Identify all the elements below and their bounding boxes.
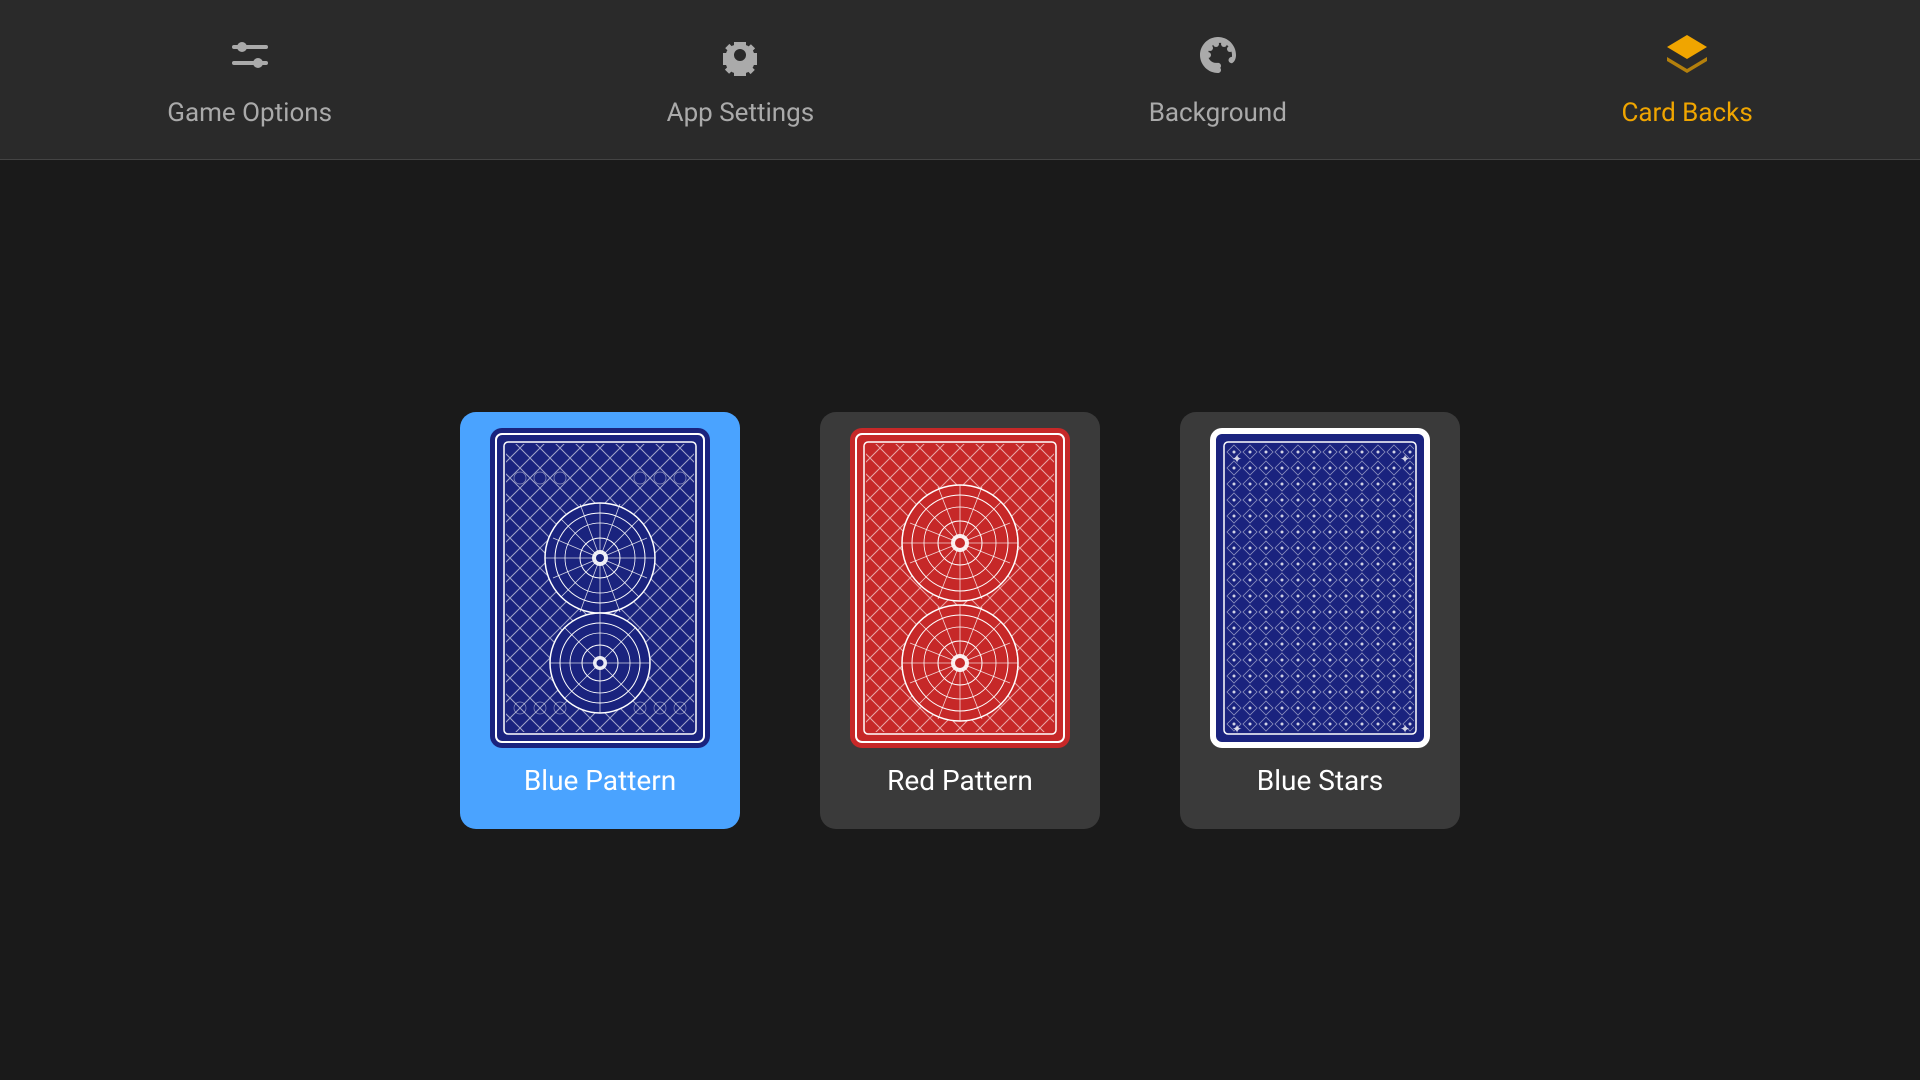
card-label-blue-stars: Blue Stars (1257, 764, 1383, 813)
nav-label-app-settings: App Settings (667, 98, 815, 128)
svg-text:✦: ✦ (1232, 722, 1242, 736)
card-container-blue-pattern: Blue Pattern (460, 412, 740, 829)
nav-label-card-backs: Card Backs (1621, 98, 1752, 128)
card-back-blue-stars: ✦ ✦ ✦ ✦ (1210, 428, 1430, 748)
nav-item-app-settings[interactable]: App Settings (627, 21, 855, 138)
card-back-blue-pattern (490, 428, 710, 748)
card-container-blue-stars: ✦ ✦ ✦ ✦ Blue Stars (1180, 412, 1460, 829)
card-option-blue-stars[interactable]: ✦ ✦ ✦ ✦ Blue Stars (1180, 412, 1460, 829)
svg-text:✦: ✦ (1400, 722, 1410, 736)
nav-item-card-backs[interactable]: Card Backs (1581, 21, 1792, 138)
card-label-red-pattern: Red Pattern (887, 764, 1033, 813)
nav-label-game-options: Game Options (167, 98, 332, 128)
gear-icon (716, 31, 764, 90)
nav-item-game-options[interactable]: Game Options (127, 21, 372, 138)
card-label-blue-pattern: Blue Pattern (524, 764, 676, 813)
nav-item-background[interactable]: Background (1109, 21, 1327, 138)
main-content: Blue Pattern (0, 160, 1920, 1080)
card-option-blue-pattern[interactable]: Blue Pattern (460, 412, 740, 829)
card-container-red-pattern: Red Pattern (820, 412, 1100, 829)
palette-icon (1194, 31, 1242, 90)
card-option-red-pattern[interactable]: Red Pattern (820, 412, 1100, 829)
svg-text:✦: ✦ (1400, 452, 1410, 466)
layers-icon (1663, 31, 1711, 90)
nav-label-background: Background (1149, 98, 1287, 128)
sliders-icon (226, 31, 274, 90)
svg-text:✦: ✦ (1232, 452, 1242, 466)
card-back-red-pattern (850, 428, 1070, 748)
top-nav: Game Options App Settings Background (0, 0, 1920, 160)
